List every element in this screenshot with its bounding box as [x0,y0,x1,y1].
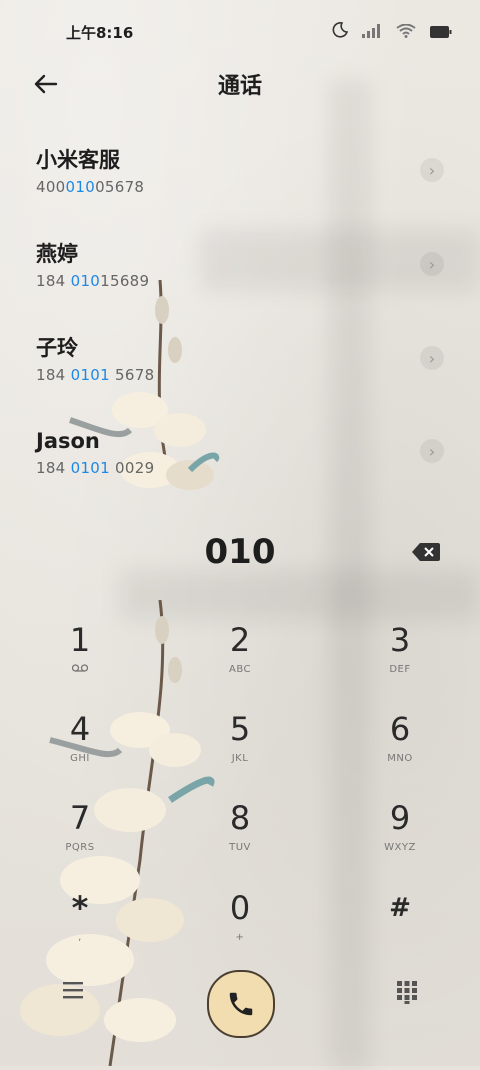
contact-number: 184 0101 0029 [36,459,155,477]
contact-item[interactable]: 燕婷 184 01015689 › [36,240,444,310]
key-8[interactable]: 8 TUV [180,800,300,880]
key-4[interactable]: 4 GHI [20,711,140,791]
key-9[interactable]: 9 WXYZ [340,800,460,880]
wifi-icon [396,23,416,42]
contact-item[interactable]: 子玲 184 0101 5678 › [36,334,444,404]
header: 通话 [0,62,480,106]
contact-name: Jason [36,429,100,453]
key-5[interactable]: 5 JKL [180,711,300,791]
menu-button[interactable] [62,980,84,1000]
moon-icon [332,22,349,42]
chevron-right-icon[interactable]: › [420,158,444,182]
chevron-right-icon[interactable]: › [420,252,444,276]
signal-icon [362,23,382,42]
dialpad-icon [397,981,417,1004]
chevron-right-icon[interactable]: › [420,439,444,463]
key-2[interactable]: 2 ABC [180,622,300,702]
contact-number: 184 01015689 [36,272,150,290]
contact-name: 燕婷 [36,242,78,266]
key-3[interactable]: 3 DEF [340,622,460,702]
chevron-right-icon[interactable]: › [420,346,444,370]
dialed-number[interactable]: 010 [0,532,480,572]
key-6[interactable]: 6 MNO [340,711,460,791]
contact-number: 40001005678 [36,178,145,196]
contact-name: 子玲 [36,336,78,360]
status-bar: 上午8:16 [0,0,480,62]
status-icons [332,22,452,42]
backspace-icon [412,543,440,561]
window-shadow [120,570,480,620]
bottom-bar [0,956,480,1066]
key-1[interactable]: 1 [20,622,140,702]
contact-item[interactable]: Jason 184 0101 0029 › [36,427,444,497]
contact-item[interactable]: 小米客服 40001005678 › [36,146,444,216]
dialpad-button[interactable] [396,980,418,1004]
battery-icon [430,23,452,42]
delete-button[interactable] [412,543,440,561]
menu-icon [63,982,83,999]
key-7[interactable]: 7 PQRS [20,800,140,880]
contact-number: 184 0101 5678 [36,366,155,384]
phone-icon [229,992,253,1016]
contact-name: 小米客服 [36,148,120,172]
voicemail-icon [20,664,140,675]
status-time: 上午8:16 [66,24,134,42]
page-title: 通话 [217,74,262,99]
call-button[interactable] [207,970,275,1038]
